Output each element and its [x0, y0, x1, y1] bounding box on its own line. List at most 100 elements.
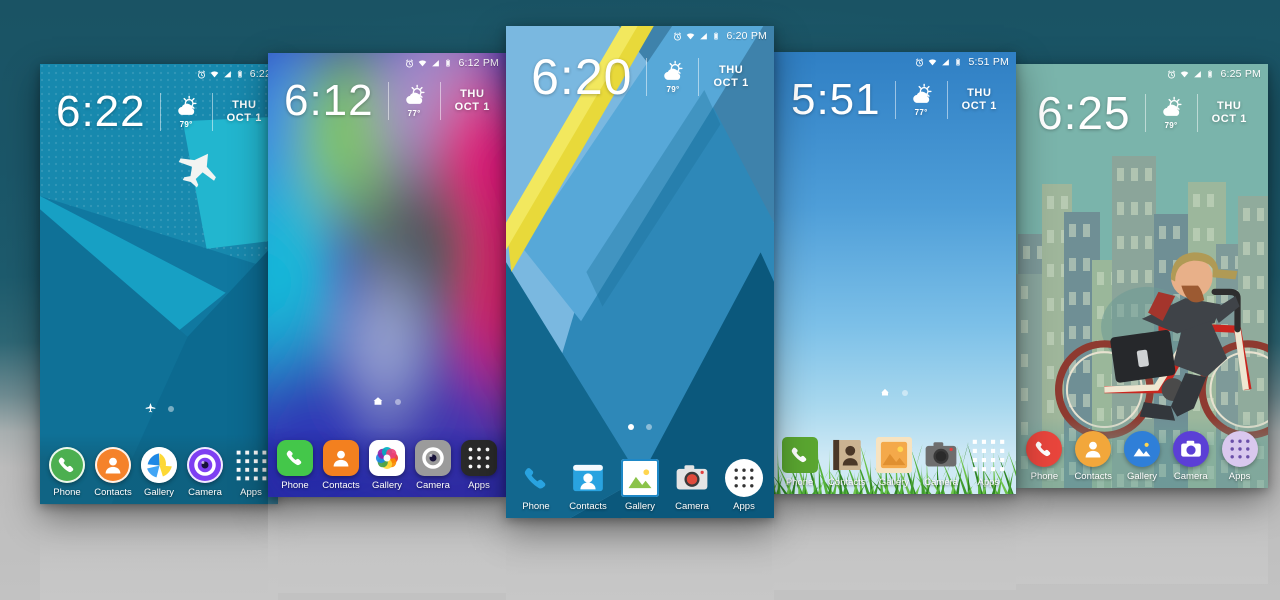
apps-icon[interactable] [461, 440, 497, 476]
signal-icon [431, 59, 440, 68]
dock-item-contacts[interactable]: Contacts [318, 440, 364, 491]
apps-icon[interactable] [233, 447, 269, 483]
page-dot[interactable] [167, 406, 174, 412]
alarm-icon [915, 57, 924, 67]
page-indicator[interactable] [506, 424, 774, 430]
date-label: OCT 1 [713, 77, 749, 89]
date-widget[interactable]: THU OCT 1 [699, 64, 748, 91]
dock-item-phone[interactable]: Phone [44, 447, 90, 498]
contacts-icon[interactable] [569, 459, 607, 497]
page-dot[interactable] [628, 424, 634, 430]
clock-weather-widget[interactable]: 6:22 79° THU OCT 1 [40, 90, 278, 134]
clock-weather-widget[interactable]: 6:20 79° THU OCT 1 [506, 52, 774, 102]
signal-icon [1193, 70, 1202, 79]
dock-item-gallery[interactable]: Gallery [1118, 431, 1167, 482]
contacts-icon[interactable] [829, 437, 865, 473]
dock-item-apps[interactable]: Apps [718, 459, 770, 512]
clock-time: 6:25 [1037, 87, 1131, 139]
phone-icon[interactable] [1026, 431, 1063, 467]
dock-item-contacts[interactable]: Contacts [90, 447, 136, 498]
page-indicator[interactable] [40, 400, 278, 418]
date-widget[interactable]: THU OCT 1 [441, 88, 490, 115]
weather-widget[interactable]: 77° [896, 83, 947, 117]
gallery-icon[interactable] [621, 459, 659, 497]
camera-icon[interactable] [415, 440, 451, 476]
phone-reflection-3: 6:20 PM6:2079°THUOCT 1PhoneContactsGalle… [506, 518, 774, 600]
gallery-icon[interactable] [369, 440, 405, 476]
gallery-icon[interactable] [875, 437, 912, 473]
apps-icon[interactable] [1221, 431, 1258, 467]
page-indicator[interactable] [268, 393, 506, 411]
dock-item-gallery[interactable]: Gallery [614, 459, 666, 512]
phone-icon[interactable] [277, 440, 313, 476]
page-dot-active[interactable] [880, 384, 890, 402]
dock-item-phone[interactable]: Phone [272, 440, 318, 491]
phone-screen-1[interactable]: 6:22 6:22 79° THU OCT 1 Phone Contacts Gallery C… [40, 64, 278, 504]
phone-screen-3[interactable]: 6:20 PM 6:20 79° THU OCT 1 Phone Contacts Galle… [506, 26, 774, 518]
contacts-icon[interactable] [95, 447, 131, 483]
page-dot[interactable] [902, 390, 908, 396]
camera-icon[interactable] [673, 459, 711, 497]
dock-item-apps[interactable]: Apps [456, 440, 502, 491]
date-widget[interactable]: THU OCT 1 [1198, 100, 1247, 127]
dock-item-label: Contacts [94, 487, 132, 498]
camera-icon[interactable] [1172, 431, 1209, 467]
dock-item-gallery[interactable]: Gallery [364, 440, 410, 491]
contacts-icon[interactable] [323, 440, 359, 476]
weather-widget[interactable]: 79° [647, 60, 698, 94]
apps-icon[interactable] [725, 459, 763, 497]
dock-item-contacts[interactable]: Contacts [1069, 431, 1118, 482]
phone-screen-4[interactable]: 5:51 PM 5:51 77° THU OCT 1 Phone Contacts Galle… [772, 52, 1016, 494]
dock-item-phone[interactable]: Phone [776, 437, 823, 488]
dock-item-gallery[interactable]: Gallery [870, 437, 917, 488]
camera-icon[interactable] [187, 447, 223, 483]
phone-reflection-2: 6:12 PM6:1277°THUOCT 1PhoneContactsGalle… [268, 497, 506, 593]
dock-item-label: Phone [53, 487, 81, 498]
page-dot-active[interactable] [145, 400, 156, 418]
dock-item-contacts[interactable]: Contacts [562, 459, 614, 512]
dock-item-label: Contacts [569, 501, 607, 512]
dock-item-apps[interactable]: Apps [965, 437, 1012, 488]
camera-icon[interactable] [923, 437, 959, 473]
phone-screen-5[interactable]: 6:25 PM 6:25 79° THU OCT 1 Phone Contacts Galle… [1016, 64, 1268, 488]
clock-weather-widget[interactable]: 5:51 77° THU OCT 1 [772, 78, 1016, 122]
weather-widget[interactable]: 79° [1146, 96, 1197, 130]
dock-item-phone[interactable]: Phone [1020, 431, 1069, 482]
dock-item-camera[interactable]: Camera [1166, 431, 1215, 482]
weather-widget[interactable]: 79° [161, 95, 212, 129]
signal-icon [699, 32, 708, 41]
date-widget[interactable]: THU OCT 1 [948, 87, 997, 114]
dock-item-camera[interactable]: Camera [410, 440, 456, 491]
dock-item-phone[interactable]: Phone [510, 459, 562, 512]
page-dot[interactable] [395, 399, 401, 405]
gallery-icon[interactable] [141, 447, 177, 483]
battery-icon [1206, 70, 1214, 78]
phone-icon[interactable] [781, 437, 818, 473]
dock-item-label: Camera [924, 477, 959, 488]
dock-item-gallery[interactable]: Gallery [136, 447, 182, 498]
status-bar-time: 6:25 PM [1220, 68, 1261, 80]
dock-item-contacts[interactable]: Contacts [823, 437, 870, 488]
alarm-icon [405, 58, 414, 68]
dock-item-camera[interactable]: Camera [918, 437, 965, 488]
weather-widget[interactable]: 77° [389, 84, 440, 118]
apps-icon[interactable] [970, 437, 1006, 473]
clock-weather-widget[interactable]: 6:12 77° THU OCT 1 [268, 79, 506, 123]
temperature-label: 77° [914, 108, 928, 117]
dock-item-camera[interactable]: Camera [666, 459, 718, 512]
phone-icon[interactable] [517, 459, 555, 497]
phone-icon[interactable] [49, 447, 85, 483]
dock: Phone Contacts Gallery Camera Apps [268, 427, 506, 497]
dock-item-camera[interactable]: Camera [182, 447, 228, 498]
page-dot[interactable] [646, 424, 652, 430]
page-dot-active[interactable] [373, 393, 383, 411]
date-widget[interactable]: THU OCT 1 [213, 99, 262, 126]
page-indicator[interactable] [772, 384, 1016, 402]
dock-item-apps[interactable]: Apps [1215, 431, 1264, 482]
phone-screen-2[interactable]: 6:12 PM 6:12 77° THU OCT 1 Phone Contacts Galle… [268, 53, 506, 497]
contacts-icon[interactable] [1075, 431, 1112, 467]
alarm-icon [1167, 69, 1176, 79]
gallery-icon[interactable] [1123, 431, 1160, 467]
clock-weather-widget[interactable]: 6:25 79° THU OCT 1 [1016, 90, 1268, 136]
weekday-label: THU [967, 86, 992, 99]
